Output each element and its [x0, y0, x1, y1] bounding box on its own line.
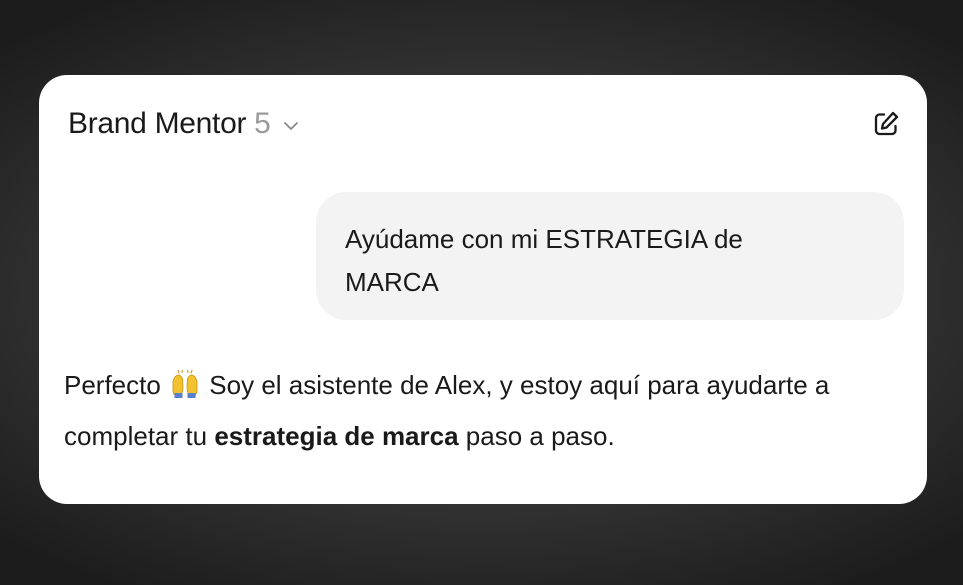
- model-name: Brand Mentor: [68, 107, 247, 140]
- user-message-bubble: Ayúdame con mi ESTRATEGIA de MARCA: [316, 192, 904, 320]
- assistant-text-bold: estrategia de marca: [214, 421, 459, 451]
- model-version: 5: [254, 107, 271, 140]
- assistant-message: Perfecto Soy el asistente de Alex, y est…: [64, 360, 914, 462]
- model-selector[interactable]: Brand Mentor 5: [68, 107, 301, 141]
- chat-header: Brand Mentor 5: [68, 104, 903, 144]
- new-chat-button[interactable]: [869, 107, 903, 141]
- assistant-text-part1: Perfecto: [64, 370, 161, 400]
- raising-hands-icon: [172, 370, 198, 398]
- chevron-down-icon: [283, 122, 298, 130]
- edit-icon: [874, 111, 899, 136]
- user-message-text: Ayúdame con mi ESTRATEGIA de MARCA: [345, 224, 743, 297]
- chat-card: Brand Mentor 5 Ayúdame con mi ESTRATEGIA…: [39, 75, 927, 504]
- assistant-text-part3: paso a paso.: [465, 421, 615, 451]
